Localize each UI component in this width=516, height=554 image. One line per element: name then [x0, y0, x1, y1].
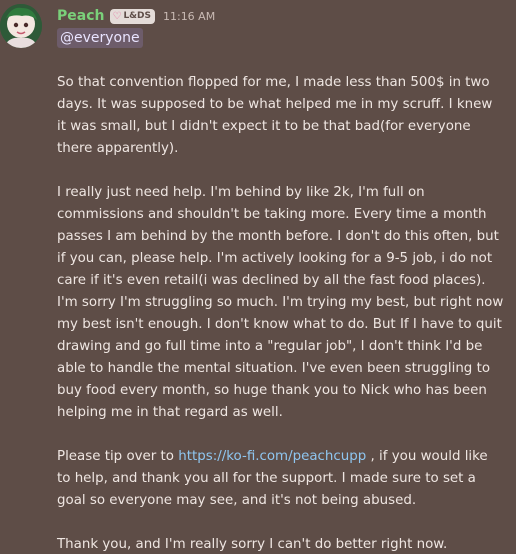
chat-message: Peach ♡ L&DS 11:16 AM @everyone So that … [0, 0, 516, 554]
user-avatar[interactable] [0, 4, 42, 48]
message-body: So that convention flopped for me, I mad… [57, 72, 505, 554]
tip-text-before: Please tip over to [57, 449, 179, 464]
timestamp[interactable]: 11:16 AM [163, 10, 215, 23]
paragraph-4: Thank you, and I'm really sorry I can't … [57, 537, 448, 552]
heart-icon: ♡ [112, 10, 122, 22]
role-badge[interactable]: ♡ L&DS [110, 8, 155, 24]
paragraph-1: So that convention flopped for me, I mad… [57, 75, 493, 156]
anime-avatar-icon [0, 4, 42, 48]
role-badge-label: L&DS [123, 10, 151, 21]
kofi-link[interactable]: https://ko-fi.com/peachcupp [178, 449, 366, 464]
username[interactable]: Peach [57, 8, 104, 24]
paragraph-2: I really just need help. I'm behind by l… [57, 185, 504, 420]
message-header: Peach ♡ L&DS 11:16 AM [57, 8, 215, 24]
paragraph-tip: Please tip over to https://ko-fi.com/pea… [57, 446, 505, 512]
everyone-mention[interactable]: @everyone [57, 28, 143, 48]
